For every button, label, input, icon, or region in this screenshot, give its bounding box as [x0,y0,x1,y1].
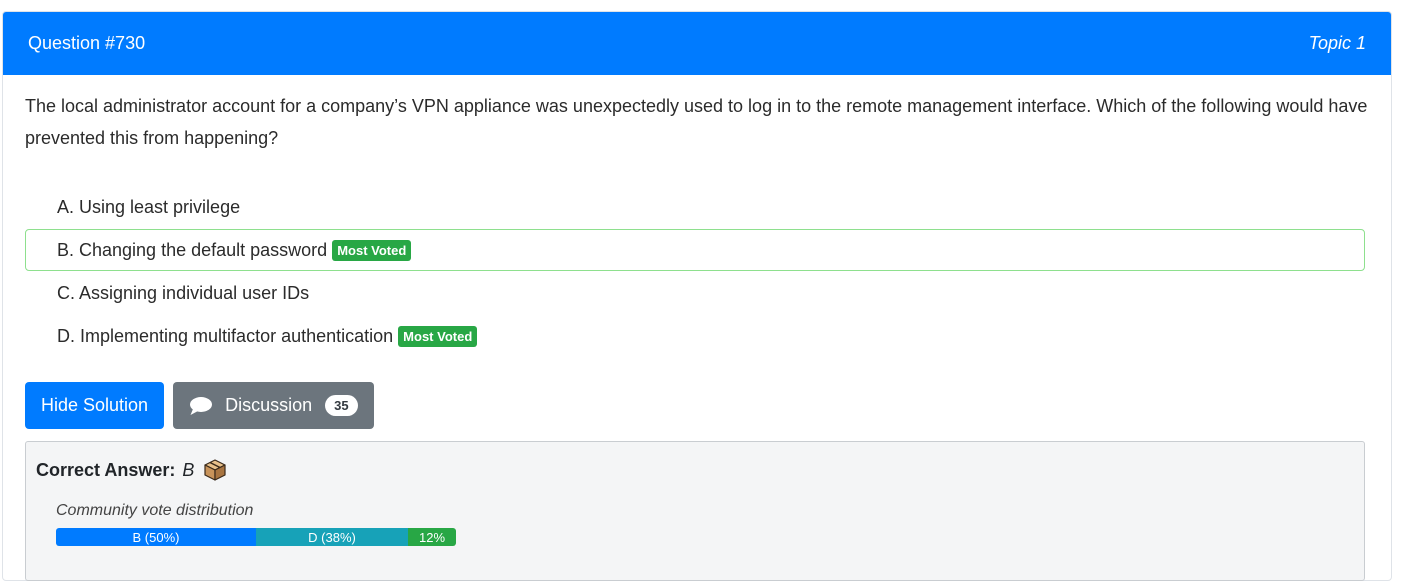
vote-distribution-title: Community vote distribution [56,502,254,519]
discussion-button[interactable]: Discussion 35 [173,382,374,429]
choice-d[interactable]: D. Implementing multifactor authenticati… [25,315,1365,357]
correct-answer-value: B [182,459,195,480]
choice-label: B. Changing the default password [57,239,328,260]
chat-bubble-icon [190,396,213,415]
choice-label: A. Using least privilege [57,196,241,217]
ballot-box-icon[interactable] [203,458,227,482]
choice-label: D. Implementing multifactor authenticati… [57,325,394,346]
most-voted-badge: Most Voted [398,325,478,347]
answer-panel: Correct Answer: B Community vote distrib… [25,441,1365,581]
choice-label: C. Assigning individual user IDs [57,282,310,303]
most-voted-badge: Most Voted [332,239,412,261]
choice-c[interactable]: C. Assigning individual user IDs [25,272,1365,314]
choice-a[interactable]: A. Using least privilege [25,186,1365,228]
correct-answer-label: Correct Answer: [36,459,176,480]
correct-answer-line: Correct Answer: B [36,458,227,482]
choice-list: A. Using least privilege B. Changing the… [25,186,1365,358]
question-header: Question #730 Topic 1 [3,12,1391,75]
action-buttons: Hide Solution Discussion 35 [25,382,374,429]
vote-segment: D (38%) [256,528,408,546]
vote-segment: B (50%) [56,528,256,546]
question-text: The local administrator account for a co… [25,96,1368,148]
topic-label: Topic 1 [1308,33,1366,53]
hide-solution-button[interactable]: Hide Solution [25,382,165,429]
vote-distribution-bar: B (50%) D (38%) 12% [56,528,456,546]
discussion-label: Discussion [225,395,313,415]
choice-b[interactable]: B. Changing the default password Most Vo… [25,229,1365,271]
vote-segment: 12% [408,528,456,546]
question-number: Question #730 [28,33,146,53]
discussion-count-badge: 35 [325,395,358,416]
